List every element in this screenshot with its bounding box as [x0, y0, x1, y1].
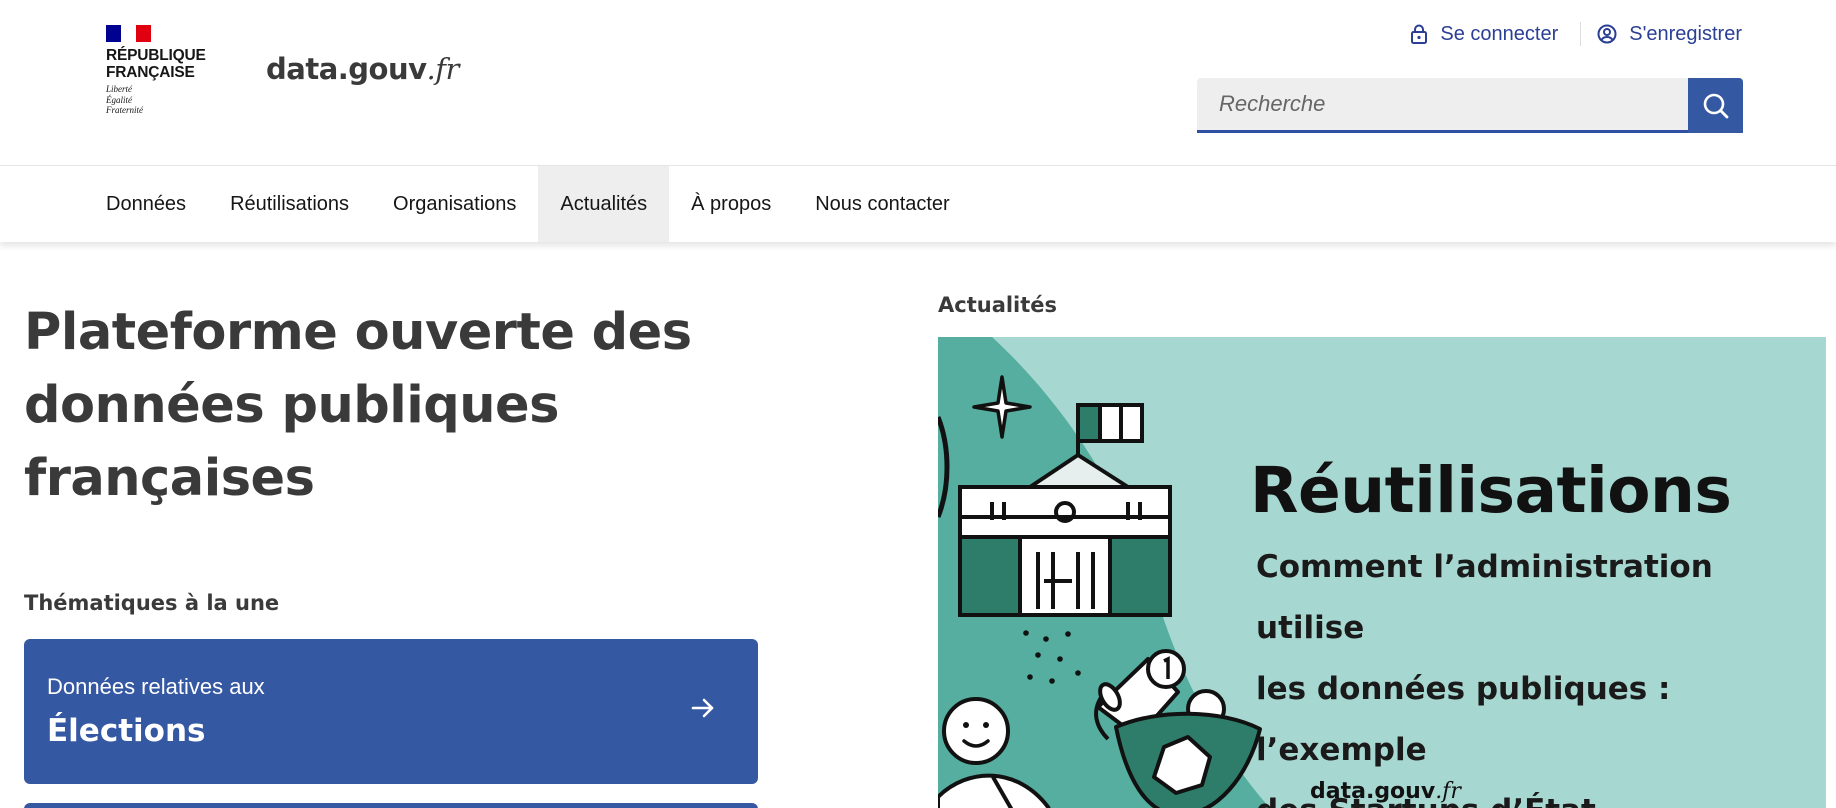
site-header: RÉPUBLIQUE FRANÇAISE Liberté Égalité Fra… — [0, 0, 1836, 166]
theme-card-subtitle: Données relatives aux — [47, 674, 265, 699]
news-heading: Actualités — [938, 293, 1058, 317]
motto-line: Fraternité — [106, 105, 143, 115]
motto-line: Égalité — [106, 94, 132, 105]
nav-item-organisations[interactable]: Organisations — [371, 166, 538, 242]
page-title: Plateforme ouverte des données publiques… — [24, 296, 704, 515]
theme-card-next[interactable] — [24, 803, 758, 808]
site-logo[interactable]: data.gouv.fr — [266, 52, 459, 86]
divider — [1580, 22, 1582, 46]
motto: Liberté Égalité Fraternité — [106, 84, 206, 116]
login-label: Se connecter — [1440, 22, 1559, 45]
site-name: data.gouv — [266, 52, 427, 86]
theme-card-elections[interactable]: Données relatives aux Élections — [24, 639, 758, 784]
search-bar — [1197, 78, 1743, 133]
login-link[interactable]: Se connecter — [1410, 23, 1558, 46]
register-label: S'enregistrer — [1629, 22, 1742, 45]
gov-name-line1: RÉPUBLIQUE — [106, 47, 206, 64]
nav-item-donnees[interactable]: Données — [84, 166, 208, 242]
banner-brand-name: data.gouv — [1310, 779, 1436, 804]
page-title-line: Plateforme ouverte des — [24, 303, 692, 362]
user-circle-icon — [1597, 24, 1617, 44]
news-banner[interactable]: Réutilisations Comment l’administration … — [938, 337, 1826, 808]
motto-line: Liberté — [106, 84, 132, 94]
french-flag-icon — [106, 25, 151, 42]
lock-icon — [1411, 24, 1428, 44]
nav-item-actualites[interactable]: Actualités — [538, 166, 670, 242]
search-icon — [1703, 93, 1728, 118]
main-nav: Données Réutilisations Organisations Act… — [0, 165, 1836, 242]
header-tools: Se connecter S'enregistrer — [1410, 22, 1742, 46]
banner-brand-tld: .fr — [1435, 779, 1461, 804]
page-title-line: données publiques — [24, 376, 560, 435]
banner-title: Réutilisations — [1250, 454, 1732, 527]
nav-item-reutilisations[interactable]: Réutilisations — [208, 166, 371, 242]
banner-subtitle-line: les données publiques : l’exemple — [1256, 671, 1671, 768]
site-tld: .fr — [426, 52, 460, 86]
republique-francaise-logo[interactable]: RÉPUBLIQUE FRANÇAISE Liberté Égalité Fra… — [106, 25, 206, 116]
themes-heading: Thématiques à la une — [24, 591, 280, 615]
nav-item-nous-contacter[interactable]: Nous contacter — [793, 166, 972, 242]
register-link[interactable]: S'enregistrer — [1597, 23, 1742, 46]
gov-name: RÉPUBLIQUE FRANÇAISE — [106, 47, 206, 81]
banner-brand-logo: data.gouv.fr — [1310, 779, 1461, 804]
gov-name-line2: FRANÇAISE — [106, 64, 195, 81]
page-title-line: françaises — [24, 449, 315, 508]
arrow-right-icon — [691, 698, 714, 718]
theme-card-title: Élections — [47, 713, 206, 749]
search-input[interactable] — [1197, 78, 1688, 133]
nav-item-a-propos[interactable]: À propos — [669, 166, 793, 242]
banner-subtitle-line: Comment l’administration utilise — [1256, 549, 1713, 646]
banner-subtitle: Comment l’administration utilise les don… — [1256, 537, 1816, 808]
search-button[interactable] — [1688, 78, 1743, 133]
